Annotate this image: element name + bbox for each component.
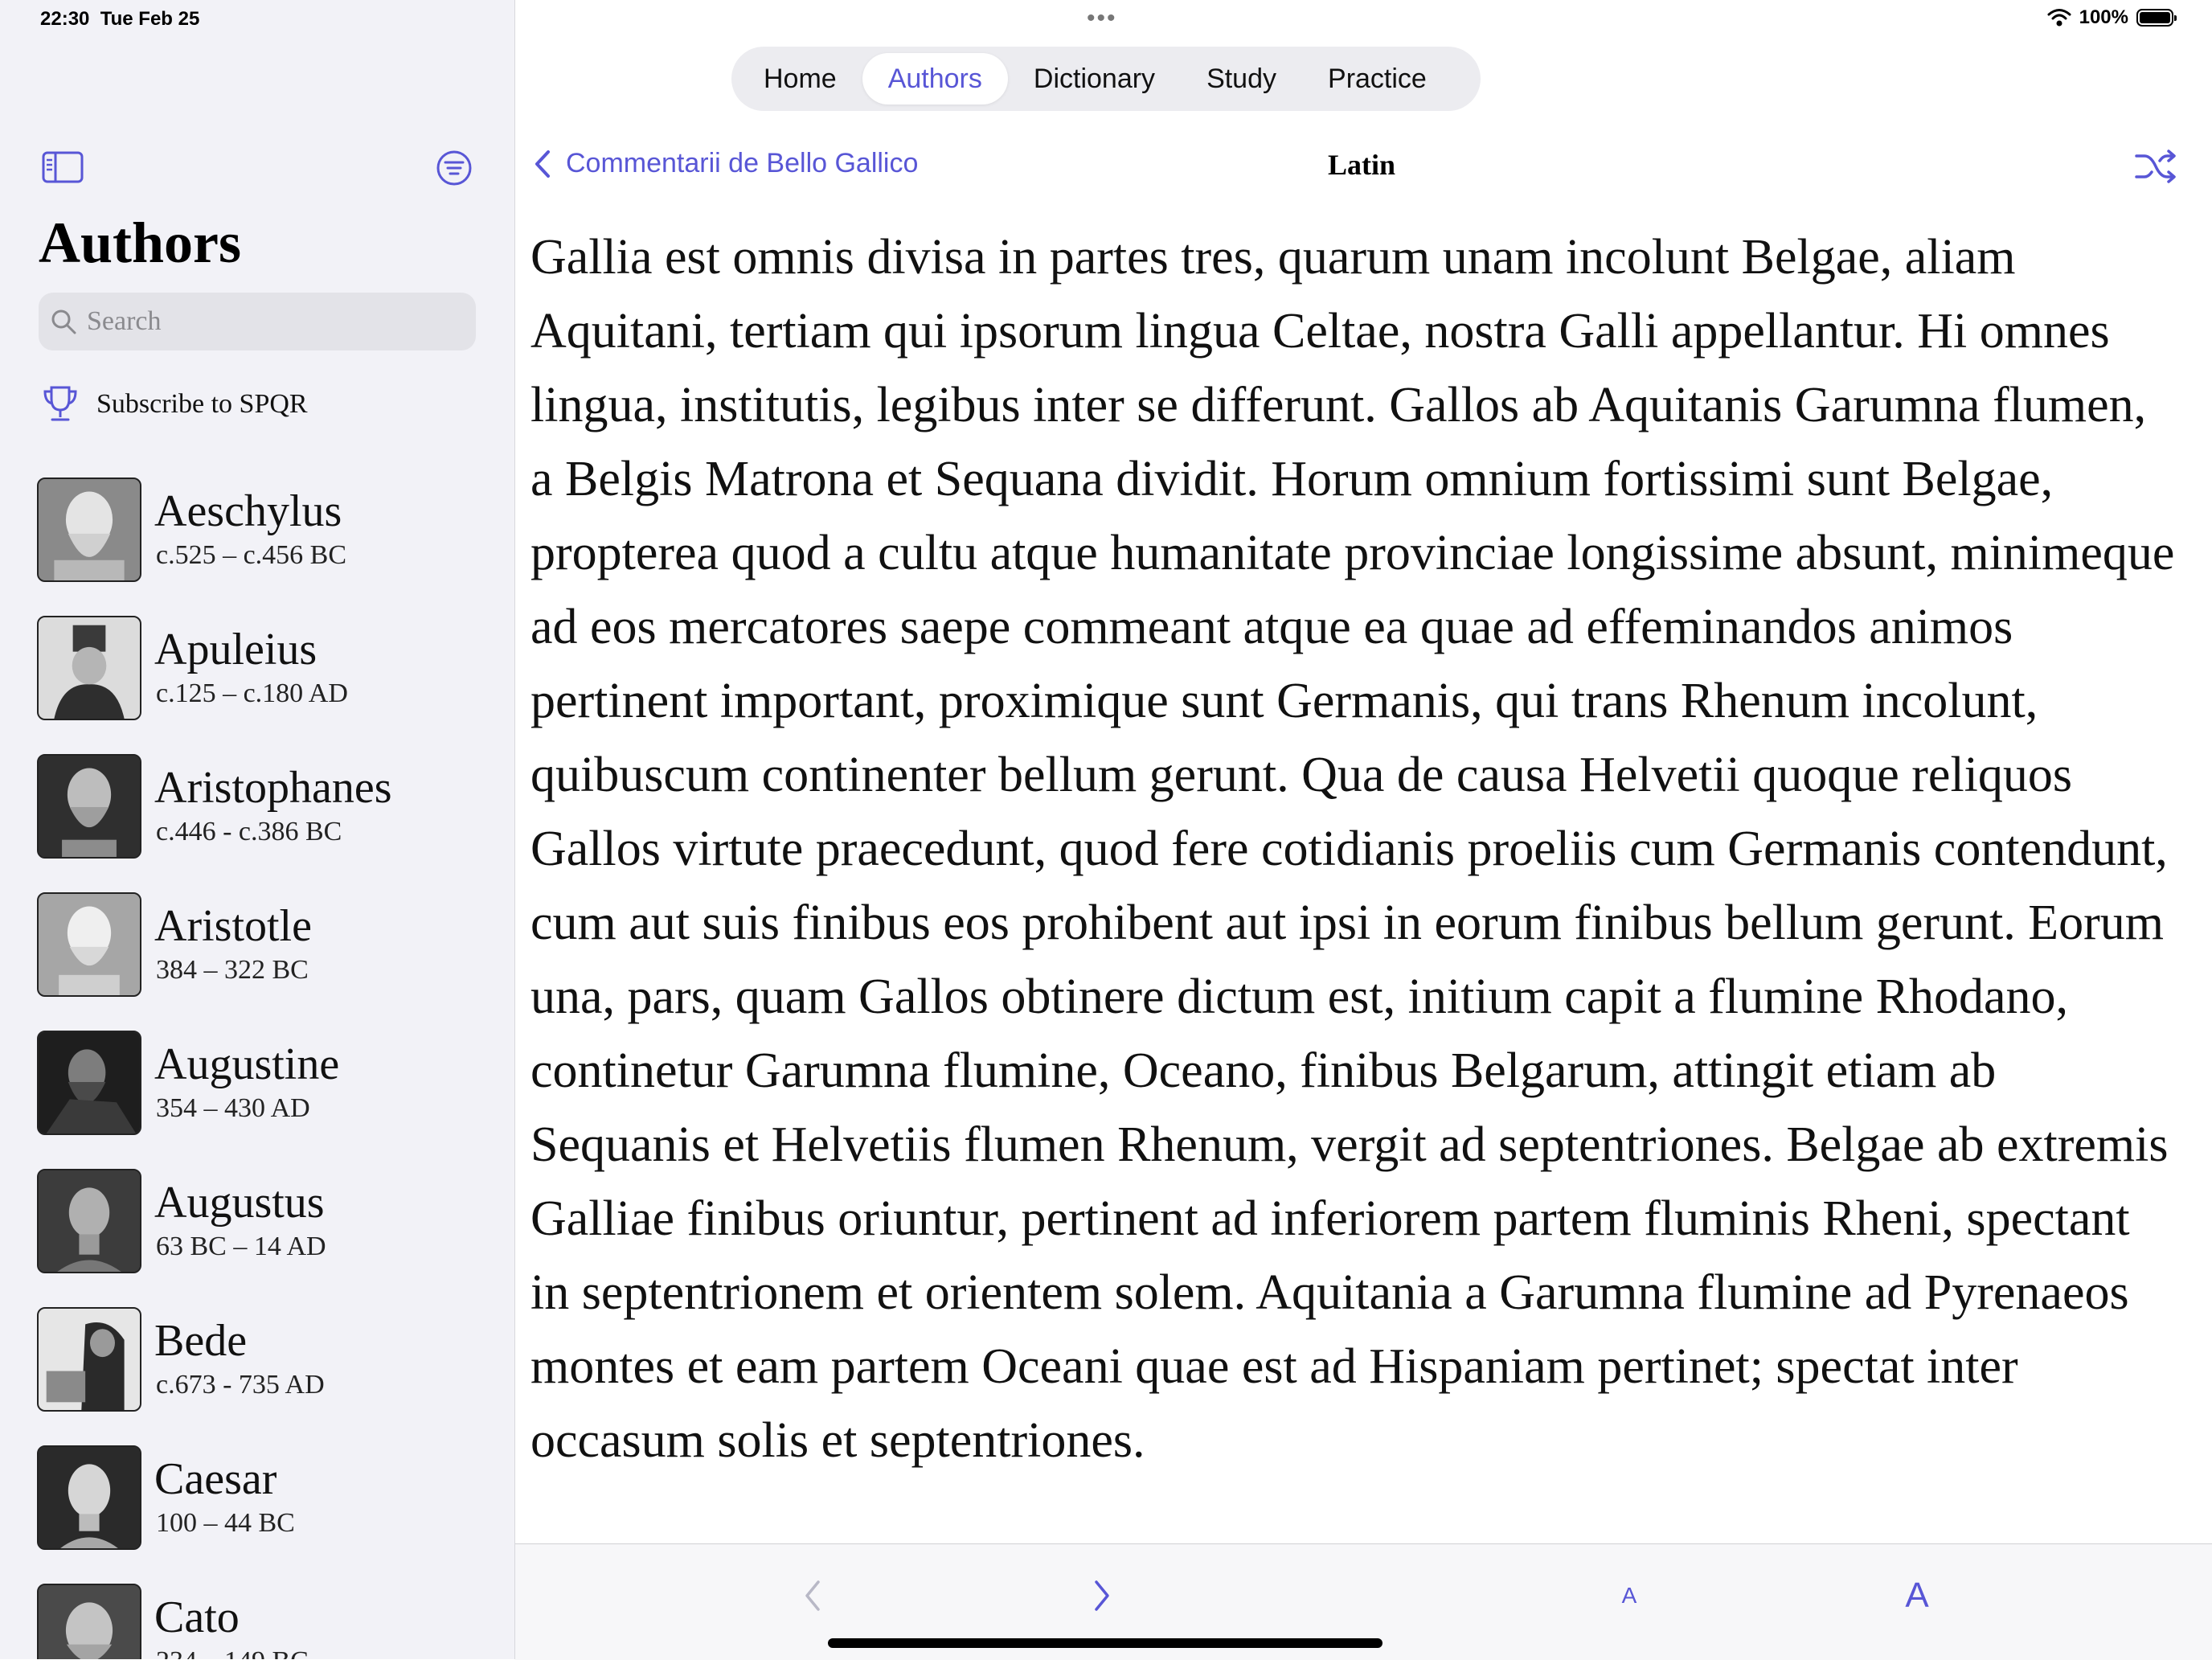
tab-authors[interactable]: Authors <box>862 53 1008 105</box>
author-name: Bede <box>154 1316 248 1366</box>
author-item-aeschylus[interactable]: Aeschylus c.525 – c.456 BC <box>0 474 514 613</box>
author-portrait <box>37 478 141 582</box>
multitasking-dots[interactable]: ••• <box>1087 6 1117 31</box>
author-dates: c.125 – c.180 AD <box>156 678 348 708</box>
tab-home[interactable]: Home <box>738 53 862 105</box>
author-portrait <box>37 754 141 859</box>
status-indicators: 100% <box>2047 6 2177 29</box>
home-indicator[interactable] <box>828 1638 1382 1648</box>
trophy-icon <box>43 386 77 421</box>
author-portrait <box>37 892 141 997</box>
chevron-left-icon <box>805 1580 820 1611</box>
author-portrait <box>37 1169 141 1273</box>
subscribe-label: Subscribe to SPQR <box>96 389 308 419</box>
author-portrait <box>37 1031 141 1135</box>
status-bar: 22:30 Tue Feb 25 ••• 100% <box>0 0 2212 39</box>
author-dates: 63 BC – 14 AD <box>156 1232 326 1261</box>
author-item-apuleius[interactable]: Apuleius c.125 – c.180 AD <box>0 613 514 751</box>
date-text: Tue Feb 25 <box>100 8 200 30</box>
sidebar: Authors Search Subscribe to SPQR Aeschyl… <box>0 0 515 1659</box>
filter-icon[interactable] <box>436 150 473 186</box>
next-button[interactable] <box>1078 1572 1126 1620</box>
author-dates: 234 – 149 BC <box>156 1646 309 1659</box>
wifi-icon <box>2047 9 2071 27</box>
author-item-aristotle[interactable]: Aristotle 384 – 322 BC <box>0 889 514 1027</box>
author-dates: 100 – 44 BC <box>156 1508 295 1538</box>
author-item-cato[interactable]: Cato 234 – 149 BC <box>0 1580 514 1659</box>
author-dates: c.525 – c.456 BC <box>156 540 347 570</box>
author-portrait <box>37 1445 141 1550</box>
time-text: 22:30 <box>40 8 90 30</box>
author-item-augustus[interactable]: Augustus 63 BC – 14 AD <box>0 1166 514 1304</box>
shuffle-icon[interactable] <box>2135 148 2177 185</box>
tab-practice[interactable]: Practice <box>1302 53 1452 105</box>
tab-study[interactable]: Study <box>1181 53 1302 105</box>
previous-button[interactable] <box>789 1572 837 1620</box>
chevron-right-icon <box>1095 1580 1109 1611</box>
search-field[interactable]: Search <box>39 293 476 350</box>
author-dates: c.673 - 735 AD <box>156 1370 325 1400</box>
author-portrait <box>37 616 141 720</box>
author-name: Aristotle <box>154 901 312 951</box>
author-name: Cato <box>154 1592 240 1642</box>
sidebar-title: Authors <box>39 211 242 275</box>
author-name: Augustus <box>154 1178 325 1228</box>
author-name: Aeschylus <box>154 486 342 536</box>
search-placeholder: Search <box>87 306 162 336</box>
language-title[interactable]: Latin <box>1328 148 1395 182</box>
tab-bar: Home Authors Dictionary Study Practice <box>731 47 1481 111</box>
author-dates: c.446 - c.386 BC <box>156 817 342 846</box>
author-item-augustine[interactable]: Augustine 354 – 430 AD <box>0 1027 514 1166</box>
battery-percent: 100% <box>2079 6 2128 28</box>
subscribe-row[interactable]: Subscribe to SPQR <box>42 384 308 424</box>
decrease-font-button[interactable]: A <box>1605 1572 1653 1620</box>
chevron-left-icon <box>535 150 550 178</box>
author-dates: 354 – 430 AD <box>156 1093 310 1123</box>
battery-icon <box>2136 9 2177 27</box>
author-item-aristophanes[interactable]: Aristophanes c.446 - c.386 BC <box>0 751 514 889</box>
author-item-bede[interactable]: Bede c.673 - 735 AD <box>0 1304 514 1442</box>
author-name: Apuleius <box>154 625 317 674</box>
tab-dictionary[interactable]: Dictionary <box>1008 53 1181 105</box>
search-icon <box>51 309 76 334</box>
author-portrait <box>37 1307 141 1412</box>
increase-font-button[interactable]: A <box>1893 1572 1941 1620</box>
author-item-caesar[interactable]: Caesar 100 – 44 BC <box>0 1442 514 1580</box>
back-button[interactable]: Commentarii de Bello Gallico <box>534 148 918 179</box>
author-list: Aeschylus c.525 – c.456 BC Apuleius c.12… <box>0 474 514 1659</box>
author-name: Caesar <box>154 1454 277 1504</box>
author-portrait <box>37 1584 141 1659</box>
sidebar-toggle-icon[interactable] <box>42 151 84 183</box>
status-time: 22:30 Tue Feb 25 <box>40 8 199 31</box>
author-name: Aristophanes <box>154 763 392 813</box>
author-name: Augustine <box>154 1039 340 1089</box>
reading-text[interactable]: Gallia est omnis divisa in partes tres, … <box>530 220 2177 1478</box>
author-dates: 384 – 322 BC <box>156 955 309 985</box>
back-label: Commentarii de Bello Gallico <box>566 148 919 178</box>
